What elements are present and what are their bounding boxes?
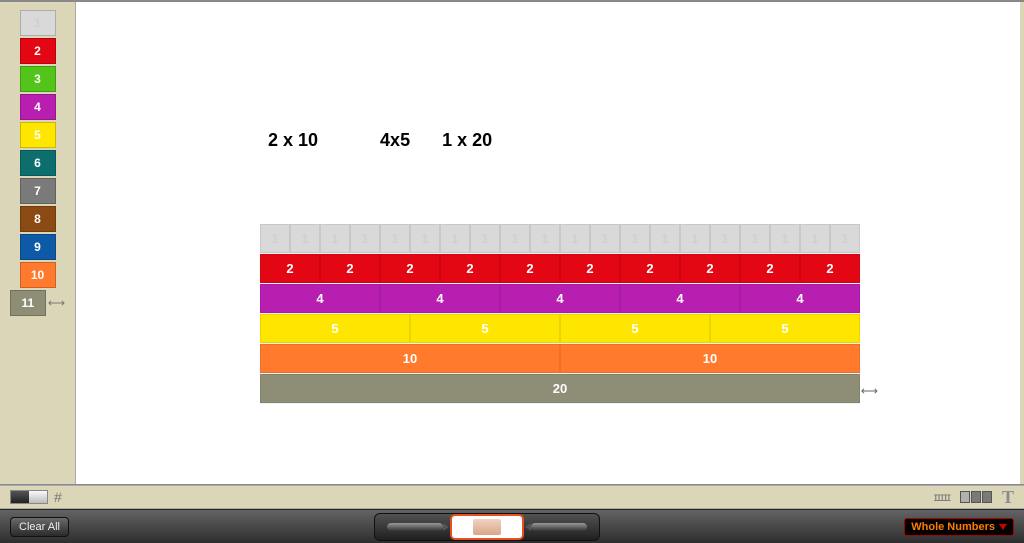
pen-tool-2[interactable] [524,516,594,538]
drawing-tool-tray [374,513,600,541]
rod-2[interactable]: 2 [680,254,740,283]
rod-palette: 1234567891011⟷ [0,2,76,484]
rod-1[interactable]: 1 [800,224,830,253]
rod-1[interactable]: 1 [260,224,290,253]
text-annotations[interactable]: 2 x 10 4x5 1 x 20 [268,130,492,151]
text-annotation[interactable]: 1 x 20 [442,130,492,151]
rod-1[interactable]: 1 [500,224,530,253]
rod-1[interactable]: 1 [650,224,680,253]
rod-1[interactable]: 1 [710,224,740,253]
rod-10[interactable]: 10 [560,344,860,373]
rod-5[interactable]: 5 [410,314,560,343]
rod-1[interactable]: 1 [440,224,470,253]
rod-2[interactable]: 2 [320,254,380,283]
rod-4[interactable]: 4 [380,284,500,313]
canvas[interactable]: 2 x 10 4x5 1 x 20 1111111111111111111122… [76,2,1020,484]
main-area: 1234567891011⟷ 2 x 10 4x5 1 x 20 1111111… [0,0,1024,485]
rod-2[interactable]: 2 [620,254,680,283]
rod-row[interactable]: 5555 [260,314,860,344]
rod-1[interactable]: 1 [470,224,500,253]
rod-2[interactable]: 2 [740,254,800,283]
rod-2[interactable]: 2 [500,254,560,283]
rod-1[interactable]: 1 [380,224,410,253]
resize-handle-icon[interactable]: ⟷ [861,384,878,398]
palette-resize-icon[interactable]: ⟷ [48,296,65,310]
palette-rod-3[interactable]: 3 [20,66,56,92]
ruler-icon[interactable]: ɪɪɪɪɪ [934,490,950,504]
mode-label: Whole Numbers [911,521,995,533]
clear-all-button[interactable]: Clear All [10,517,69,537]
rod-1[interactable]: 1 [530,224,560,253]
rod-4[interactable]: 4 [260,284,380,313]
rod-2[interactable]: 2 [380,254,440,283]
rod-stack[interactable]: 1111111111111111111122222222224444455551… [260,224,860,404]
rod-1[interactable]: 1 [350,224,380,253]
bottom-toolbar: Clear All Whole Numbers [0,509,1024,543]
rod-1[interactable]: 1 [320,224,350,253]
palette-rod-10[interactable]: 10 [20,262,56,288]
rod-1[interactable]: 1 [620,224,650,253]
rod-5[interactable]: 5 [710,314,860,343]
rod-10[interactable]: 10 [260,344,560,373]
options-strip: # ɪɪɪɪɪ T [0,485,1024,509]
rod-row[interactable]: 2222222222 [260,254,860,284]
rod-1[interactable]: 1 [290,224,320,253]
text-annotation[interactable]: 4x5 [380,130,410,151]
rod-2[interactable]: 2 [440,254,500,283]
mode-dropdown[interactable]: Whole Numbers [904,518,1014,536]
chevron-down-icon [999,524,1007,530]
view-toggle[interactable] [10,490,48,504]
palette-rod-7[interactable]: 7 [20,178,56,204]
rod-1[interactable]: 1 [830,224,860,253]
color-swatches[interactable] [960,491,992,503]
rod-1[interactable]: 1 [410,224,440,253]
palette-rod-5[interactable]: 5 [20,122,56,148]
grid-icon[interactable]: # [54,489,62,505]
palette-rod-11[interactable]: 11 [10,290,46,316]
pen-tool[interactable] [380,516,450,538]
rod-4[interactable]: 4 [500,284,620,313]
rod-2[interactable]: 2 [800,254,860,283]
text-tool-icon[interactable]: T [1002,487,1014,508]
rod-5[interactable]: 5 [560,314,710,343]
text-annotation[interactable]: 2 x 10 [268,130,318,151]
rod-row[interactable]: 1010 [260,344,860,374]
rod-2[interactable]: 2 [560,254,620,283]
rod-row[interactable]: 11111111111111111111 [260,224,860,254]
eraser-tool[interactable] [452,516,522,538]
rod-5[interactable]: 5 [260,314,410,343]
rod-1[interactable]: 1 [680,224,710,253]
rod-1[interactable]: 1 [770,224,800,253]
rod-row[interactable]: 44444 [260,284,860,314]
rod-1[interactable]: 1 [740,224,770,253]
rod-1[interactable]: 1 [560,224,590,253]
palette-rod-9[interactable]: 9 [20,234,56,260]
palette-rod-1[interactable]: 1 [20,10,56,36]
palette-rod-4[interactable]: 4 [20,94,56,120]
rod-2[interactable]: 2 [260,254,320,283]
palette-rod-8[interactable]: 8 [20,206,56,232]
rod-4[interactable]: 4 [740,284,860,313]
rod-4[interactable]: 4 [620,284,740,313]
palette-rod-6[interactable]: 6 [20,150,56,176]
rod-1[interactable]: 1 [590,224,620,253]
rod-row[interactable]: 20 [260,374,860,404]
palette-rod-2[interactable]: 2 [20,38,56,64]
rod-20[interactable]: 20 [260,374,860,403]
